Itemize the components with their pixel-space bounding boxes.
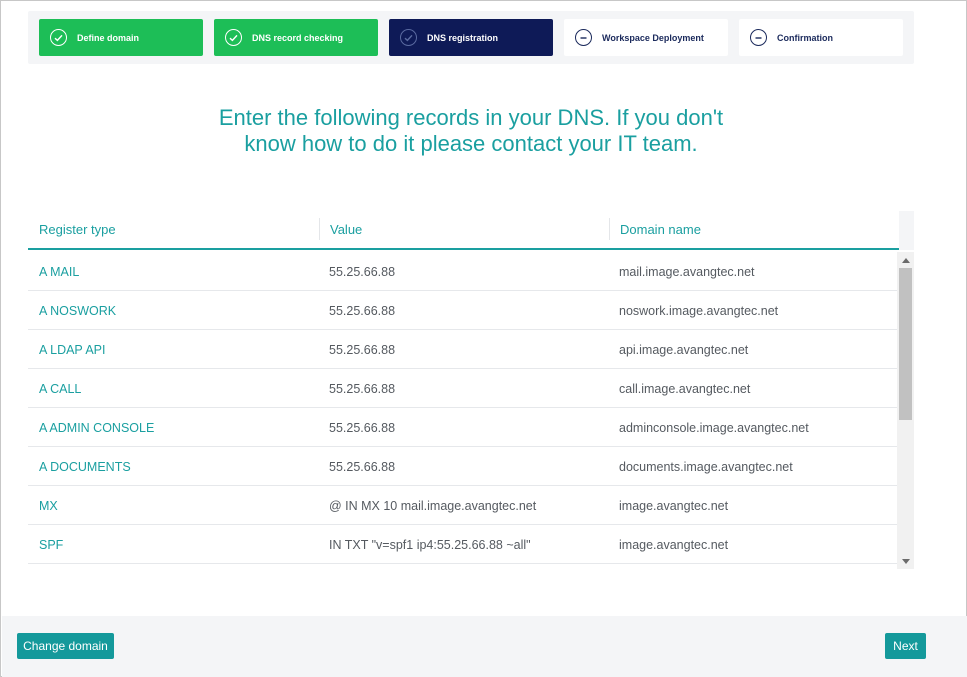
cell-domain-name: image.avangtec.net bbox=[619, 498, 729, 513]
cell-domain-name: api.image.avangtec.net bbox=[619, 342, 749, 357]
minus-circle-icon bbox=[575, 29, 592, 46]
cell-register-type: A LDAP API bbox=[39, 342, 106, 357]
table-row: A ADMIN CONSOLE 55.25.66.88 adminconsole… bbox=[28, 408, 899, 447]
cell-register-type: A DOCUMENTS bbox=[39, 459, 131, 474]
cell-value: 55.25.66.88 bbox=[329, 381, 396, 396]
cell-domain-name: documents.image.avangtec.net bbox=[619, 459, 793, 474]
cell-domain-name: call.image.avangtec.net bbox=[619, 381, 751, 396]
step-confirmation[interactable]: Confirmation bbox=[739, 19, 903, 56]
scroll-up-arrow-icon[interactable] bbox=[897, 252, 914, 268]
minus-circle-icon bbox=[750, 29, 767, 46]
cell-value: 55.25.66.88 bbox=[329, 264, 396, 279]
step-label: Confirmation bbox=[777, 32, 833, 43]
scrollbar-thumb[interactable] bbox=[899, 268, 912, 420]
table-row: A CALL 55.25.66.88 call.image.avangtec.n… bbox=[28, 369, 899, 408]
cell-value: 55.25.66.88 bbox=[329, 342, 396, 357]
stepper: Define domain DNS record checking DNS re… bbox=[28, 11, 914, 64]
step-dns-record-checking[interactable]: DNS record checking bbox=[214, 19, 378, 56]
app-window: Define domain DNS record checking DNS re… bbox=[0, 0, 967, 677]
step-workspace-deployment[interactable]: Workspace Deployment bbox=[564, 19, 728, 56]
cell-value: 55.25.66.88 bbox=[329, 420, 396, 435]
cell-register-type: SPF bbox=[39, 537, 64, 552]
check-circle-icon bbox=[50, 29, 67, 46]
table-scrollbar[interactable] bbox=[897, 252, 914, 569]
header-domain-name[interactable]: Domain name bbox=[609, 211, 899, 248]
cell-value: 55.25.66.88 bbox=[329, 459, 396, 474]
footer-bar: Change domain Next bbox=[2, 616, 967, 677]
cell-domain-name: adminconsole.image.avangtec.net bbox=[619, 420, 809, 435]
step-dns-registration[interactable]: DNS registration bbox=[389, 19, 553, 56]
step-define-domain[interactable]: Define domain bbox=[39, 19, 203, 56]
header-register-type[interactable]: Register type bbox=[28, 211, 319, 248]
dns-records-table: Register type Value Domain name A MAIL 5… bbox=[28, 211, 914, 569]
scroll-down-arrow-icon[interactable] bbox=[897, 553, 914, 569]
check-circle-icon bbox=[225, 29, 242, 46]
table-row: A MAIL 55.25.66.88 mail.image.avangtec.n… bbox=[28, 252, 899, 291]
table-row: A NOSWORK 55.25.66.88 noswork.image.avan… bbox=[28, 291, 899, 330]
step-label: Workspace Deployment bbox=[602, 32, 704, 43]
table-row: A LDAP API 55.25.66.88 api.image.avangte… bbox=[28, 330, 899, 369]
table-row: A DOCUMENTS 55.25.66.88 documents.image.… bbox=[28, 447, 899, 486]
change-domain-button[interactable]: Change domain bbox=[17, 633, 114, 659]
table-body: A MAIL 55.25.66.88 mail.image.avangtec.n… bbox=[28, 252, 899, 569]
header-spacer bbox=[899, 211, 914, 250]
step-label: DNS registration bbox=[427, 32, 499, 43]
cell-domain-name: mail.image.avangtec.net bbox=[619, 264, 755, 279]
table-row: MX @ IN MX 10 mail.image.avangtec.net im… bbox=[28, 486, 899, 525]
check-circle-icon bbox=[400, 29, 417, 46]
page-heading: Enter the following records in your DNS.… bbox=[218, 105, 724, 156]
cell-value: @ IN MX 10 mail.image.avangtec.net bbox=[329, 498, 537, 513]
cell-domain-name: noswork.image.avangtec.net bbox=[619, 303, 779, 318]
step-label: DNS record checking bbox=[252, 32, 344, 43]
cell-register-type: A CALL bbox=[39, 381, 82, 396]
cell-register-type: MX bbox=[39, 498, 58, 513]
cell-domain-name: image.avangtec.net bbox=[619, 537, 729, 552]
step-label: Define domain bbox=[77, 32, 140, 43]
cell-value: IN TXT "v=spf1 ip4:55.25.66.88 ~all" bbox=[329, 537, 531, 552]
cell-value: 55.25.66.88 bbox=[329, 303, 396, 318]
next-button[interactable]: Next bbox=[885, 633, 926, 659]
header-value[interactable]: Value bbox=[319, 211, 609, 248]
cell-register-type: A MAIL bbox=[39, 264, 80, 279]
table-row: SPF IN TXT "v=spf1 ip4:55.25.66.88 ~all"… bbox=[28, 525, 899, 564]
cell-register-type: A ADMIN CONSOLE bbox=[39, 420, 155, 435]
table-header: Register type Value Domain name bbox=[28, 211, 899, 250]
cell-register-type: A NOSWORK bbox=[39, 303, 117, 318]
